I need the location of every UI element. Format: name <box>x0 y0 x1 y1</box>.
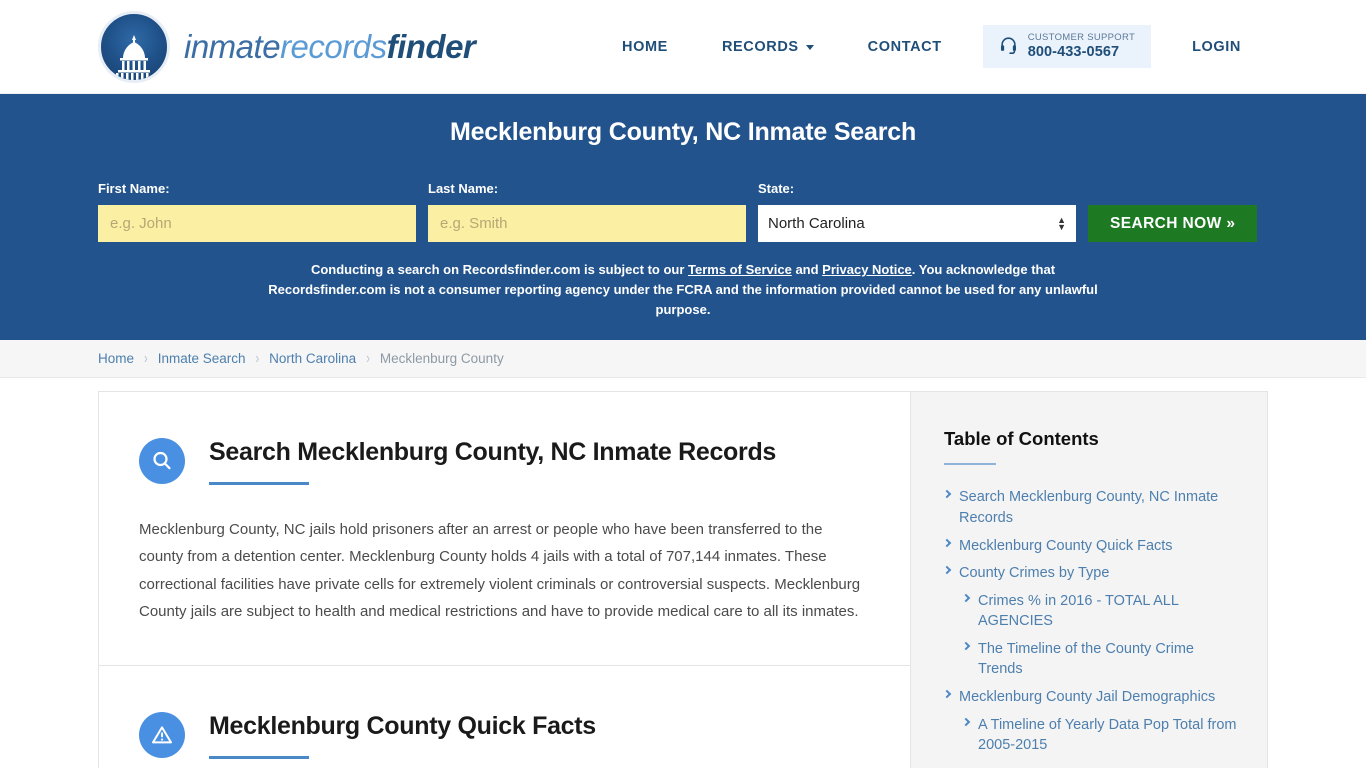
support-text: CUSTOMER SUPPORT 800-433-0567 <box>1027 31 1136 61</box>
nav-login-label: LOGIN <box>1192 38 1241 55</box>
nav-records-label: RECORDS <box>721 38 799 55</box>
toc-item[interactable]: County Crimes by Type <box>942 563 1237 584</box>
nav-contact[interactable]: CONTACT <box>841 39 969 55</box>
breadcrumb-item-inmate-search[interactable]: Inmate Search <box>158 351 246 366</box>
support-phone: 800-433-0567 <box>1027 43 1120 60</box>
privacy-notice-link[interactable]: Privacy Notice <box>822 262 912 277</box>
breadcrumb-item-current: Mecklenburg County <box>379 351 504 367</box>
toc-link-quick-facts[interactable]: Mecklenburg County Quick Facts <box>959 536 1173 557</box>
disclaimer-part1: Conducting a search on Recordsfinder.com… <box>310 262 689 277</box>
search-disclaimer: Conducting a search on Recordsfinder.com… <box>253 260 1113 320</box>
state-field-group: State: North Carolina ▲ ▼ <box>758 181 1076 242</box>
logo-word-inmate: inmate <box>184 27 281 65</box>
site-header: inmaterecordsfinder HOME RECORDS CONTACT… <box>0 0 1366 94</box>
section-body-search-records: Mecklenburg County, NC jails hold prison… <box>139 521 861 621</box>
page-title: Mecklenburg County, NC Inmate Search <box>449 118 917 146</box>
toc-item[interactable]: Mecklenburg County Quick Facts <box>942 536 1237 557</box>
state-label: State: <box>758 181 795 196</box>
toc-item[interactable]: Crimes % in 2016 - TOTAL ALL AGENCIES <box>944 591 1237 632</box>
toc-link-jail-demographics[interactable]: Mecklenburg County Jail Demographics <box>959 687 1215 708</box>
article-card: Search Mecklenburg County, NC Inmate Rec… <box>98 391 910 768</box>
first-name-field-group: First Name: <box>98 181 416 242</box>
logo-word-finder: finder <box>386 27 476 65</box>
nav-contact-label: CONTACT <box>867 38 942 55</box>
toc-link-county-crimes-by-type[interactable]: County Crimes by Type <box>959 563 1109 584</box>
chevron-down-icon <box>805 45 814 50</box>
toc-link-search-records[interactable]: Search Mecklenburg County, NC Inmate Rec… <box>959 487 1237 528</box>
terms-of-service-link[interactable]: Terms of Service <box>688 262 792 277</box>
chevron-right-icon <box>961 717 971 726</box>
title-accent-rule <box>209 482 309 486</box>
breadcrumb-item-north-carolina[interactable]: North Carolina <box>269 351 356 366</box>
last-name-field-group: Last Name: <box>428 181 746 242</box>
chevron-right-icon <box>942 490 952 499</box>
warning-triangle-circle-icon <box>139 712 185 759</box>
section-header: Mecklenburg County Quick Facts <box>139 710 870 760</box>
customer-support-box[interactable]: CUSTOMER SUPPORT 800-433-0567 <box>982 24 1152 69</box>
chevron-right-icon <box>961 593 971 602</box>
toc-link-crime-trends-timeline[interactable]: The Timeline of the County Crime Trends <box>978 639 1237 680</box>
toc-list: Search Mecklenburg County, NC Inmate Rec… <box>942 487 1237 756</box>
toc-accent-rule <box>944 463 996 466</box>
last-name-label: Last Name: <box>428 181 499 196</box>
toc-item[interactable]: Mecklenburg County Jail Demographics <box>942 687 1237 708</box>
last-name-input[interactable] <box>428 205 746 242</box>
magnifier-circle-icon <box>139 438 185 485</box>
first-name-label: First Name: <box>98 181 170 196</box>
toc-item[interactable]: A Timeline of Yearly Data Pop Total from… <box>944 715 1237 756</box>
nav-login[interactable]: LOGIN <box>1165 39 1268 55</box>
chevron-right-icon <box>942 565 952 575</box>
nav-home[interactable]: HOME <box>595 39 695 55</box>
hero-search-panel: Mecklenburg County, NC Inmate Search Fir… <box>0 94 1366 341</box>
section-header: Search Mecklenburg County, NC Inmate Rec… <box>139 436 870 486</box>
site-logo[interactable]: inmaterecordsfinder <box>98 10 476 83</box>
first-name-input[interactable] <box>98 205 416 242</box>
nav-records[interactable]: RECORDS <box>695 39 841 55</box>
state-select[interactable]: North Carolina <box>758 205 1076 242</box>
site-logo-wordmark: inmaterecordsfinder <box>184 27 476 66</box>
chevron-right-icon: › <box>255 350 260 368</box>
section-title-search-records: Search Mecklenburg County, NC Inmate Rec… <box>209 438 777 467</box>
logo-word-records: records <box>280 27 387 65</box>
section-quick-facts: Mecklenburg County Quick Facts <box>99 665 910 768</box>
toc-link-yearly-pop-total[interactable]: A Timeline of Yearly Data Pop Total from… <box>978 715 1237 756</box>
chevron-right-icon <box>942 689 952 699</box>
capitol-dome-seal-icon <box>98 10 170 83</box>
breadcrumb-item-home[interactable]: Home <box>98 351 134 366</box>
table-of-contents: Table of Contents Search Mecklenburg Cou… <box>910 391 1268 768</box>
section-search-records: Search Mecklenburg County, NC Inmate Rec… <box>99 392 910 665</box>
chevron-right-icon <box>942 538 952 547</box>
headset-icon <box>999 35 1018 59</box>
main-navigation: HOME RECORDS CONTACT CUSTOMER SUPPORT 80… <box>595 24 1268 69</box>
support-label: CUSTOMER SUPPORT <box>1027 31 1136 43</box>
disclaimer-part2: and <box>791 262 823 277</box>
toc-link-crimes-percent-2016[interactable]: Crimes % in 2016 - TOTAL ALL AGENCIES <box>978 591 1237 632</box>
title-accent-rule <box>209 756 309 760</box>
chevron-right-icon: › <box>144 350 148 368</box>
chevron-right-icon <box>961 641 971 651</box>
toc-item[interactable]: The Timeline of the County Crime Trends <box>944 639 1237 680</box>
breadcrumb: Home › Inmate Search › North Carolina › … <box>0 340 1366 379</box>
section-title-quick-facts: Mecklenburg County Quick Facts <box>209 712 596 741</box>
nav-home-label: HOME <box>622 38 668 55</box>
inmate-search-form: First Name: Last Name: State: North Caro… <box>98 181 1268 242</box>
search-now-button[interactable]: SEARCH NOW » <box>1088 205 1258 242</box>
toc-item[interactable]: Search Mecklenburg County, NC Inmate Rec… <box>942 487 1237 528</box>
toc-title: Table of Contents <box>944 428 1099 450</box>
main-content-area: Search Mecklenburg County, NC Inmate Rec… <box>0 378 1366 768</box>
chevron-right-icon: › <box>366 350 370 368</box>
